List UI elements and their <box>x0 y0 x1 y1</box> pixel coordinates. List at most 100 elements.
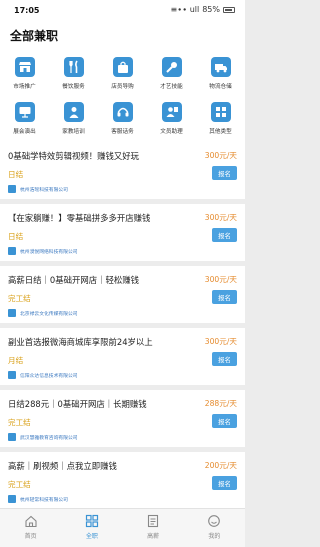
settlement-type: 日结 <box>8 170 24 179</box>
job-title: 高薪日结｜0基础开网店｜轻松赚钱 <box>8 275 139 285</box>
tab-label: 首页 <box>24 533 37 540</box>
company-icon <box>8 495 16 503</box>
category-row: 展会演出 家教培训 客服话务 文员助理 其他类型 <box>0 102 245 135</box>
category-tutoring[interactable]: 家教培训 <box>49 102 98 135</box>
category-shop-guide[interactable]: 店员导购 <box>98 57 147 90</box>
apply-button[interactable]: 报名 <box>212 414 237 428</box>
apply-button[interactable]: 报名 <box>212 352 237 366</box>
job-title: 日结288元｜0基础开网店｜长期赚钱 <box>8 399 147 409</box>
job-card[interactable]: 【在家躺赚！】零基础拼多多开店赚钱 300元/天 日结 报名 杭州漠悦网络科技有… <box>0 204 245 261</box>
apply-button[interactable]: 报名 <box>212 290 237 304</box>
settlement-type: 日结 <box>8 232 24 241</box>
tab-label: 全职 <box>85 533 98 540</box>
microphone-icon <box>161 57 182 77</box>
shopping-bag-icon <box>112 57 133 77</box>
company-row: 杭州浩瑶科技有限公司 <box>8 185 68 193</box>
status-indicators: ≡∙∙ ull 85% <box>170 5 235 14</box>
company-name: 杭州轻常科技有限公司 <box>20 497 68 503</box>
company-row: 信阳众达信息技术有限公司 <box>8 371 78 379</box>
settlement-type: 完工结 <box>8 480 31 489</box>
utensils-icon <box>63 57 84 77</box>
job-card[interactable]: 高薪日结｜0基础开网店｜轻松赚钱 300元/天 完工结 报名 北京禄云文化传媒有… <box>0 266 245 323</box>
job-salary: 300元/天 <box>204 151 237 160</box>
category-customer-service[interactable]: 客服话务 <box>98 102 147 135</box>
screen-icon <box>14 102 35 122</box>
battery-icon <box>223 6 235 13</box>
company-icon <box>8 247 16 255</box>
person-icon <box>63 102 84 122</box>
category-label: 展会演出 <box>13 129 36 135</box>
battery-percent: 85% <box>202 5 220 14</box>
job-salary: 300元/天 <box>204 275 237 284</box>
apply-button[interactable]: 报名 <box>212 166 237 180</box>
company-icon <box>8 309 16 317</box>
category-clerk-assistant[interactable]: 文员助理 <box>147 102 196 135</box>
category-label: 物流仓储 <box>209 84 232 90</box>
category-label: 其他类型 <box>209 129 232 135</box>
category-label: 店员导购 <box>111 84 134 90</box>
job-card[interactable]: 高薪｜刷视频｜点我立即赚钱 200元/天 完工结 报名 杭州轻常科技有限公司 <box>0 452 245 509</box>
job-title: 高薪｜刷视频｜点我立即赚钱 <box>8 461 117 471</box>
job-salary: 300元/天 <box>204 337 237 346</box>
company-row: 武汉慧雅教育咨询有限公司 <box>8 433 78 441</box>
settlement-type: 完工结 <box>8 294 31 303</box>
company-name: 杭州浩瑶科技有限公司 <box>20 187 68 193</box>
apply-button[interactable]: 报名 <box>212 228 237 242</box>
category-exhibition[interactable]: 展会演出 <box>0 102 49 135</box>
job-title: 副业首选报微海商城库享限前24岁以上 <box>8 337 153 347</box>
category-market-promotion[interactable]: 市场推广 <box>0 57 49 90</box>
headset-icon <box>112 102 133 122</box>
signal-icons: ≡∙∙ ull <box>170 5 200 14</box>
page-title: 全部兼职 <box>10 29 59 43</box>
job-title: 【在家躺赚！】零基础拼多多开店赚钱 <box>8 213 151 223</box>
company-row: 杭州漠悦网络科技有限公司 <box>8 247 78 255</box>
job-salary: 200元/天 <box>204 461 237 470</box>
tab-high-salary[interactable]: 高薪 <box>123 509 184 547</box>
category-label: 餐饮服务 <box>62 84 85 90</box>
tab-home[interactable]: 首页 <box>0 509 61 547</box>
bottom-tab-bar: 首页 全职 高薪 我的 <box>0 508 245 547</box>
company-row: 杭州轻常科技有限公司 <box>8 495 68 503</box>
status-bar: 17:05 ≡∙∙ ull 85% <box>0 0 245 20</box>
status-time: 17:05 <box>14 6 40 15</box>
settlement-type: 月结 <box>8 356 24 365</box>
document-icon <box>148 514 159 528</box>
company-row: 北京禄云文化传媒有限公司 <box>8 309 78 317</box>
grid-icon <box>210 102 231 122</box>
tab-label: 高薪 <box>147 533 160 540</box>
company-icon <box>8 185 16 193</box>
category-label: 文员助理 <box>160 129 183 135</box>
job-card[interactable]: 0基础学特效剪辑视频！赚钱又好玩 300元/天 日结 报名 杭州浩瑶科技有限公司 <box>0 142 245 199</box>
tab-fulltime[interactable]: 全职 <box>61 509 122 547</box>
job-card[interactable]: 副业首选报微海商城库享限前24岁以上 300元/天 月结 报名 信阳众达信息技术… <box>0 328 245 385</box>
job-card[interactable]: 日结288元｜0基础开网店｜长期赚钱 288元/天 完工结 报名 武汉慧雅教育咨… <box>0 390 245 447</box>
store-icon <box>14 57 35 77</box>
grid-icon <box>85 514 98 528</box>
category-label: 家教培训 <box>62 129 85 135</box>
header: 全部兼职 <box>0 20 245 47</box>
job-title: 0基础学特效剪辑视频！赚钱又好玩 <box>8 151 139 161</box>
tab-mine[interactable]: 我的 <box>184 509 245 547</box>
category-talent-skills[interactable]: 才艺技能 <box>147 57 196 90</box>
category-grid: 市场推广 餐饮服务 店员导购 才艺技能 物流仓储 展会演出 家教培训 客服话务 … <box>0 47 245 142</box>
category-label: 市场推广 <box>13 84 36 90</box>
company-name: 武汉慧雅教育咨询有限公司 <box>20 435 78 441</box>
smile-icon <box>208 515 221 527</box>
settlement-type: 完工结 <box>8 418 31 427</box>
category-label: 客服话务 <box>111 129 134 135</box>
company-icon <box>8 371 16 379</box>
category-catering[interactable]: 餐饮服务 <box>49 57 98 90</box>
apply-button[interactable]: 报名 <box>212 476 237 490</box>
category-row: 市场推广 餐饮服务 店员导购 才艺技能 物流仓储 <box>0 57 245 90</box>
category-other[interactable]: 其他类型 <box>196 102 245 135</box>
category-label: 才艺技能 <box>160 84 183 90</box>
company-name: 杭州漠悦网络科技有限公司 <box>20 249 78 255</box>
assistant-icon <box>161 102 182 122</box>
company-icon <box>8 433 16 441</box>
category-logistics[interactable]: 物流仓储 <box>196 57 245 90</box>
company-name: 信阳众达信息技术有限公司 <box>20 373 78 379</box>
home-icon <box>25 515 37 528</box>
tab-label: 我的 <box>208 533 221 540</box>
job-salary: 300元/天 <box>204 213 237 222</box>
truck-icon <box>210 57 231 77</box>
